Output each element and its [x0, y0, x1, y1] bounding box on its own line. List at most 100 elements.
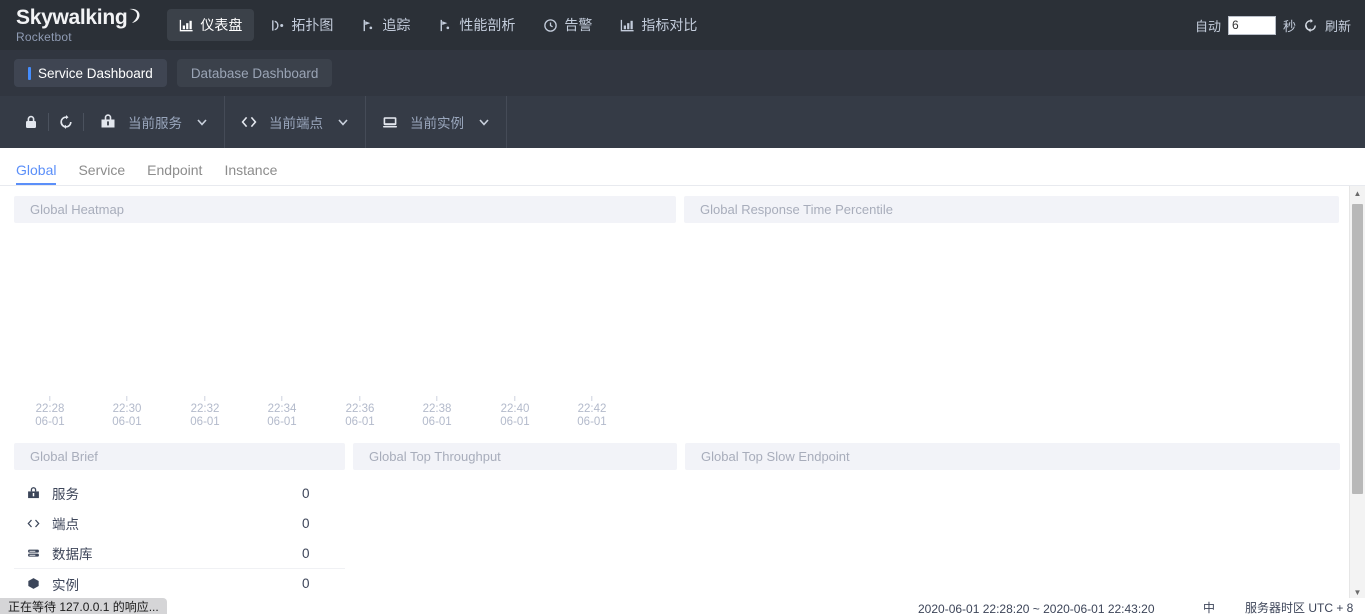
panel-global-heatmap-body: 22:28 06-01 22:30 06-01 22:32 06-01 22:3… [14, 223, 676, 430]
brand-name: Skywalking [16, 6, 128, 29]
x-tick-time: 22:38 [422, 403, 452, 415]
tick-mark [436, 396, 438, 401]
panel-top-throughput-title: Global Top Throughput [369, 449, 501, 464]
brand-name-row: Skywalking [16, 7, 141, 28]
nav-item-dashboard-label: 仪表盘 [200, 17, 243, 33]
x-tick-date: 06-01 [577, 416, 607, 428]
panel-top-slow-endpoint-header[interactable]: Global Top Slow Endpoint [685, 443, 1340, 470]
tab-endpoint-label: Endpoint [147, 162, 203, 178]
panel-percentile-body [684, 223, 1339, 430]
x-tick-time: 22:42 [577, 403, 607, 415]
auto-label: 自动 [1194, 18, 1221, 34]
panel-percentile-title: Global Response Time Percentile [700, 202, 893, 217]
scroll-up-arrow-icon[interactable]: ▲ [1350, 186, 1365, 201]
panel-row-1: Global Heatmap 22:28 06-01 22:30 06-01 2… [0, 196, 1365, 430]
code-brackets-icon [239, 112, 259, 132]
time-range-label[interactable]: 2020-06-01 22:28:20 ~ 2020-06-01 22:43:2… [918, 602, 1155, 614]
nav-item-compare-label: 指标对比 [641, 17, 698, 33]
compare-chart-icon [620, 18, 635, 33]
list-item-label: 服务 [52, 487, 79, 502]
timezone-label[interactable]: 服务器时区 UTC + 8 [1245, 599, 1353, 614]
dashboard-tab-bar: Service Dashboard Database Dashboard [0, 50, 1365, 96]
x-tick-date: 06-01 [345, 416, 375, 428]
skywalking-swoosh-icon [128, 7, 141, 24]
dashboard-tab-service[interactable]: Service Dashboard [14, 59, 167, 87]
selector-current-service[interactable]: 当前服务 [84, 96, 225, 148]
panel-global-heatmap-header[interactable]: Global Heatmap [14, 196, 676, 223]
tab-endpoint[interactable]: Endpoint [147, 162, 202, 185]
top-navigation-bar: Skywalking Rocketbot 仪表盘 拓扑图 追踪 性能剖析 告警 … [0, 0, 1365, 50]
panel-top-throughput-header[interactable]: Global Top Throughput [353, 443, 677, 470]
x-tick-time: 22:28 [35, 403, 65, 415]
selector-current-endpoint-label: 当前端点 [269, 116, 323, 131]
brand-subtitle: Rocketbot [16, 30, 72, 44]
selector-current-instance[interactable]: 当前实例 [366, 96, 507, 148]
list-item-value: 0 [302, 545, 310, 561]
panel-row-2: Global Brief 服务 0 端点 0 数据库 0 实例 0 Global… [0, 443, 1365, 598]
list-item-value: 0 [302, 485, 310, 501]
nav-item-profile[interactable]: 性能剖析 [426, 9, 527, 41]
language-toggle[interactable]: 中 [1203, 599, 1215, 614]
dashboard-tab-database[interactable]: Database Dashboard [176, 59, 333, 87]
auto-refresh-controls: 自动 秒 刷新 [1194, 15, 1351, 35]
tab-service-label: Service [78, 162, 126, 178]
main-nav-items: 仪表盘 拓扑图 追踪 性能剖析 告警 指标对比 [167, 9, 709, 41]
toolbar-icon-group [0, 96, 84, 148]
list-item[interactable]: 数据库 0 [14, 538, 345, 568]
nav-item-compare[interactable]: 指标对比 [608, 9, 709, 41]
panel-global-heatmap-title: Global Heatmap [30, 202, 124, 217]
tab-service[interactable]: Service [78, 162, 125, 185]
panel-global-brief-header[interactable]: Global Brief [14, 443, 345, 470]
nav-item-alarm[interactable]: 告警 [531, 9, 604, 41]
tick-mark [126, 396, 128, 401]
dashboard-tab-database-label: Database Dashboard [190, 65, 319, 81]
lock-icon[interactable] [14, 96, 48, 148]
nav-item-topology[interactable]: 拓扑图 [258, 9, 345, 41]
chevron-down-icon [337, 116, 349, 128]
trace-icon [361, 18, 376, 33]
x-tick-date: 06-01 [35, 416, 65, 428]
reload-icon[interactable] [49, 96, 83, 148]
x-tick: 22:30 06-01 [112, 396, 142, 429]
instance-monitor-icon [380, 112, 400, 132]
list-item[interactable]: 实例 0 [14, 568, 345, 598]
panel-global-response-time-percentile: Global Response Time Percentile [684, 196, 1339, 430]
tab-global[interactable]: Global [16, 162, 57, 185]
x-tick-date: 06-01 [267, 416, 297, 428]
x-tick: 22:32 06-01 [190, 396, 220, 429]
refresh-label[interactable]: 刷新 [1325, 16, 1351, 35]
tab-instance[interactable]: Instance [224, 162, 277, 185]
panel-percentile-header[interactable]: Global Response Time Percentile [684, 196, 1339, 223]
brand-logo[interactable]: Skywalking Rocketbot [16, 7, 141, 43]
scrollbar-thumb[interactable] [1352, 204, 1363, 494]
tick-mark [204, 396, 206, 401]
reload-icon[interactable] [1303, 18, 1318, 33]
x-tick: 22:36 06-01 [345, 396, 375, 429]
vertical-scrollbar[interactable]: ▲ ▼ [1349, 186, 1365, 600]
tick-mark [359, 396, 361, 401]
code-brackets-icon [26, 516, 52, 531]
selector-current-endpoint[interactable]: 当前端点 [225, 96, 366, 148]
panel-global-top-throughput: Global Top Throughput [353, 443, 677, 598]
list-item-value: 0 [302, 576, 310, 591]
x-tick-date: 06-01 [190, 416, 220, 428]
tab-instance-label: Instance [224, 162, 278, 178]
panel-global-heatmap: Global Heatmap 22:28 06-01 22:30 06-01 2… [14, 196, 676, 430]
global-brief-list: 服务 0 端点 0 数据库 0 实例 0 [14, 470, 345, 598]
refresh-interval-input[interactable] [1227, 15, 1276, 35]
panel-global-brief-title: Global Brief [30, 449, 98, 464]
list-item[interactable]: 端点 0 [14, 508, 345, 538]
list-item-value: 0 [302, 515, 310, 531]
nav-item-dashboard[interactable]: 仪表盘 [167, 9, 255, 41]
tick-mark [514, 396, 516, 401]
selector-current-service-label: 当前服务 [128, 116, 182, 131]
database-icon [26, 546, 52, 561]
x-tick: 22:38 06-01 [422, 396, 452, 429]
profile-icon [438, 18, 453, 33]
nav-item-trace[interactable]: 追踪 [349, 9, 422, 41]
x-tick-time: 22:32 [190, 403, 220, 415]
list-item-label: 数据库 [52, 547, 93, 562]
active-indicator-bar [28, 66, 31, 80]
list-item[interactable]: 服务 0 [14, 478, 345, 508]
service-bag-icon [98, 112, 118, 132]
